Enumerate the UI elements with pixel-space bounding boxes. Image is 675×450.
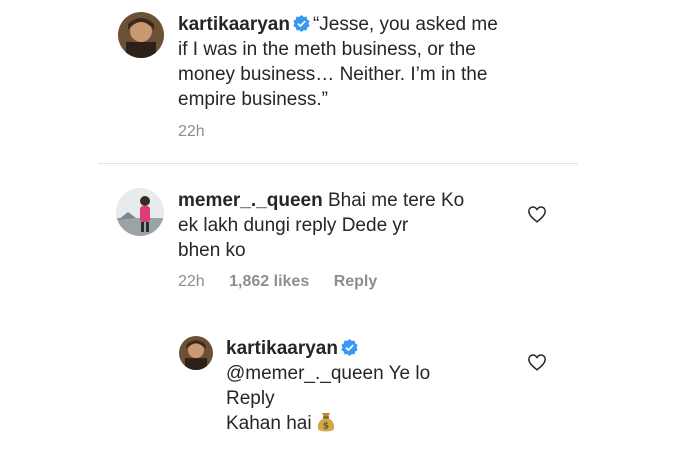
comment-meta: 22h 1,862 likes Reply <box>178 273 397 291</box>
comment-line-2: ek lakh dungi reply Dede yr <box>178 215 409 236</box>
comment-like-heart-icon[interactable] <box>527 205 547 228</box>
comment-username[interactable]: memer_._queen <box>178 190 323 211</box>
reply-line-3: Kahan hai <box>226 413 312 434</box>
comment-line-1: Bhai me tere Ko <box>327 190 465 211</box>
comment-reply-button[interactable]: Reply <box>334 273 378 290</box>
comment-text: memer_._queen Bhai me tere Ko ek lakh du… <box>178 188 518 263</box>
reply-username[interactable]: kartikaaryan <box>226 338 338 359</box>
money-bag-icon: $ <box>316 411 336 433</box>
caption-text: kartikaaryan “Jesse, you asked me if I wa… <box>178 12 558 112</box>
caption-line-1: “Jesse, you asked me <box>312 14 498 35</box>
reply-mention[interactable]: @memer_._queen <box>226 363 384 384</box>
verified-badge-icon <box>293 14 310 32</box>
caption-time: 22h <box>178 123 205 140</box>
verified-badge-icon <box>341 338 358 356</box>
svg-text:$: $ <box>322 422 328 432</box>
caption-avatar[interactable] <box>118 12 164 58</box>
caption-meta: 22h <box>178 123 225 141</box>
comment-avatar[interactable] <box>116 188 164 236</box>
reply-line-2: Reply <box>226 388 275 409</box>
caption-line-3: money business… Neither. I’m in the <box>178 64 488 85</box>
caption-line-4: empire business.” <box>178 89 328 110</box>
comment-time: 22h <box>178 273 205 290</box>
caption-username[interactable]: kartikaaryan <box>178 14 290 35</box>
comment-line-3: bhen ko <box>178 240 246 261</box>
reply-avatar[interactable] <box>179 336 213 370</box>
reply-line-1: Ye lo <box>388 363 431 384</box>
reply-text: kartikaaryan @memer_._queen Ye lo Reply … <box>226 336 526 436</box>
caption-line-2: if I was in the meth business, or the <box>178 39 476 60</box>
divider <box>98 163 578 164</box>
comment-likes[interactable]: 1,862 likes <box>229 273 309 290</box>
reply-like-heart-icon[interactable] <box>527 353 547 376</box>
